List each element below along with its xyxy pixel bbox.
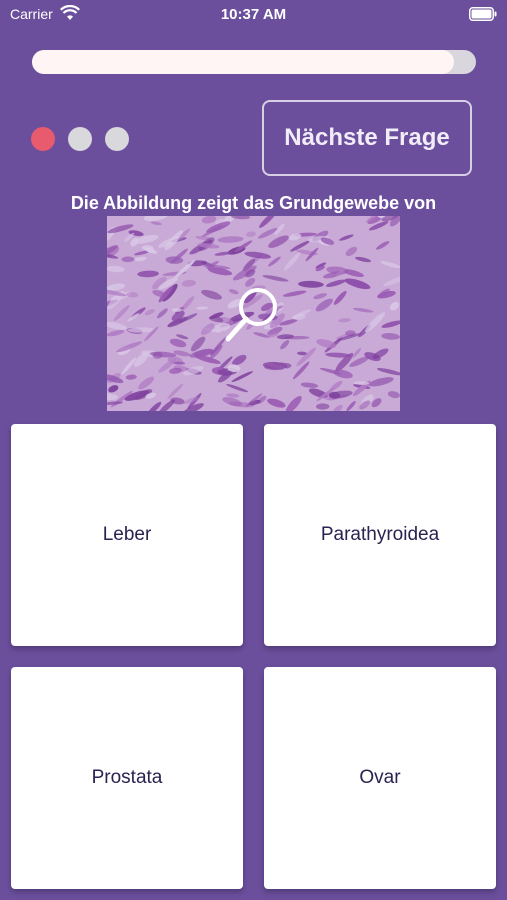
- battery-icon: [469, 7, 497, 21]
- progress-fill: [32, 50, 454, 74]
- answer-option-prostata[interactable]: Prostata: [11, 667, 243, 889]
- magnifier-icon[interactable]: [220, 283, 284, 347]
- question-text: Die Abbildung zeigt das Grundgewebe von: [70, 193, 437, 213]
- question-dots: [31, 127, 129, 151]
- answer-label: Parathyroidea: [320, 524, 440, 545]
- next-question-button[interactable]: Nächste Frage: [262, 100, 472, 176]
- status-bar: Carrier 10:37 AM: [0, 0, 507, 30]
- question-dot-2: [68, 127, 92, 151]
- answer-option-parathyroidea[interactable]: Parathyroidea: [264, 424, 496, 646]
- answer-label: Leber: [102, 524, 152, 545]
- answer-option-ovar[interactable]: Ovar: [264, 667, 496, 889]
- question-dot-3: [105, 127, 129, 151]
- answer-option-leber[interactable]: Leber: [11, 424, 243, 646]
- progress-bar: [32, 50, 476, 74]
- answer-label: Prostata: [91, 767, 163, 788]
- status-time: 10:37 AM: [220, 6, 287, 23]
- answer-label: Ovar: [359, 767, 401, 788]
- question-dot-1: [31, 127, 55, 151]
